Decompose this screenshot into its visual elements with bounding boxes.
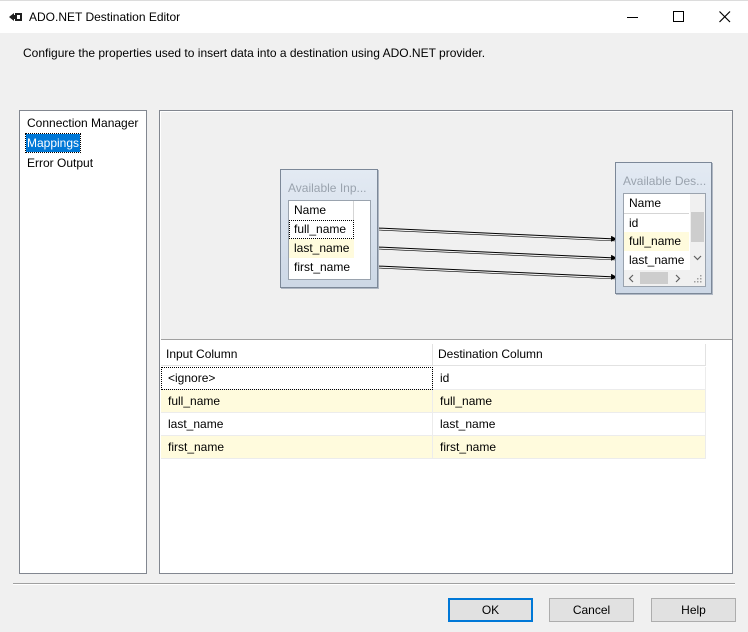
destination-column-cell[interactable]: first_name	[433, 436, 706, 459]
available-input-columns-title: Available Inp...	[288, 181, 367, 195]
mapping-diagram: Available Inp... Name full_name last_nam…	[161, 112, 732, 340]
destination-columns-list[interactable]: Name id full_name last_name	[623, 193, 706, 287]
nav-item-connection-manager[interactable]: Connection Manager	[26, 114, 139, 132]
destination-list-horizontal-scrollbar[interactable]	[624, 270, 705, 286]
destination-column-header[interactable]: Destination Column	[433, 344, 706, 366]
input-column-item[interactable]: last_name	[289, 239, 354, 258]
input-column-cell[interactable]: full_name	[161, 390, 433, 413]
input-column-header[interactable]: Input Column	[161, 344, 433, 366]
minimize-icon	[627, 17, 638, 18]
available-destination-columns-title: Available Des...	[623, 174, 707, 188]
nav-item-error-output[interactable]: Error Output	[26, 154, 94, 172]
destination-column-cell[interactable]: full_name	[433, 390, 706, 413]
minimize-button[interactable]	[610, 1, 656, 33]
table-row: last_name last_name	[161, 413, 706, 436]
input-column-item[interactable]: first_name	[289, 258, 354, 277]
nav-item-mappings[interactable]: Mappings	[24, 133, 82, 153]
destination-list-vertical-scrollbar[interactable]	[690, 194, 705, 270]
editor-description: Configure the properties used to insert …	[23, 46, 486, 60]
ok-button[interactable]: OK	[448, 598, 533, 622]
ado-net-destination-icon	[9, 11, 23, 23]
table-row: full_name full_name	[161, 390, 706, 413]
mapping-grid-header: Input Column Destination Column	[161, 344, 706, 366]
help-button[interactable]: Help	[651, 598, 736, 622]
mappings-panel: Available Inp... Name full_name last_nam…	[159, 110, 733, 574]
input-column-item[interactable]: full_name	[289, 220, 354, 239]
destination-column-item[interactable]: last_name	[624, 251, 689, 270]
available-destination-columns-box[interactable]: Available Des... Name id full_name last_…	[615, 162, 712, 294]
maximize-button[interactable]	[656, 1, 702, 33]
table-row: first_name first_name	[161, 436, 706, 459]
scroll-left-arrow-icon[interactable]	[628, 274, 634, 283]
available-input-columns-box[interactable]: Available Inp... Name full_name last_nam…	[280, 169, 378, 288]
scroll-right-arrow-icon[interactable]	[675, 274, 681, 283]
input-columns-header: Name	[294, 203, 327, 217]
destination-column-item[interactable]: full_name	[624, 232, 689, 251]
window-title: ADO.NET Destination Editor	[29, 10, 181, 24]
button-separator	[13, 583, 735, 585]
table-row: <ignore> id	[161, 367, 706, 390]
maximize-icon	[673, 11, 684, 22]
cancel-button[interactable]: Cancel	[549, 598, 634, 622]
destination-column-cell[interactable]: last_name	[433, 413, 706, 436]
mapping-line-full-name[interactable]	[376, 227, 617, 242]
input-column-cell[interactable]: last_name	[161, 413, 433, 436]
horizontal-scroll-thumb[interactable]	[640, 272, 668, 284]
vertical-scroll-thumb[interactable]	[691, 212, 704, 242]
title-bar: ADO.NET Destination Editor	[0, 0, 748, 33]
destination-columns-header: Name	[629, 196, 662, 210]
resize-grip-icon[interactable]	[694, 275, 702, 283]
input-column-cell[interactable]: first_name	[161, 436, 433, 459]
destination-column-cell[interactable]: id	[433, 367, 706, 390]
scroll-down-arrow-icon[interactable]	[693, 255, 702, 261]
mapping-line-first-name[interactable]	[376, 265, 617, 280]
input-columns-list[interactable]: Name full_name last_name first_name	[288, 200, 371, 280]
page-navigation-list: Connection Manager Mappings Error Output	[19, 110, 147, 574]
close-button[interactable]	[702, 1, 748, 33]
input-column-cell[interactable]: <ignore>	[161, 367, 433, 390]
mapping-line-last-name[interactable]	[376, 246, 617, 261]
destination-column-item[interactable]: id	[624, 213, 689, 232]
close-icon	[719, 11, 731, 23]
